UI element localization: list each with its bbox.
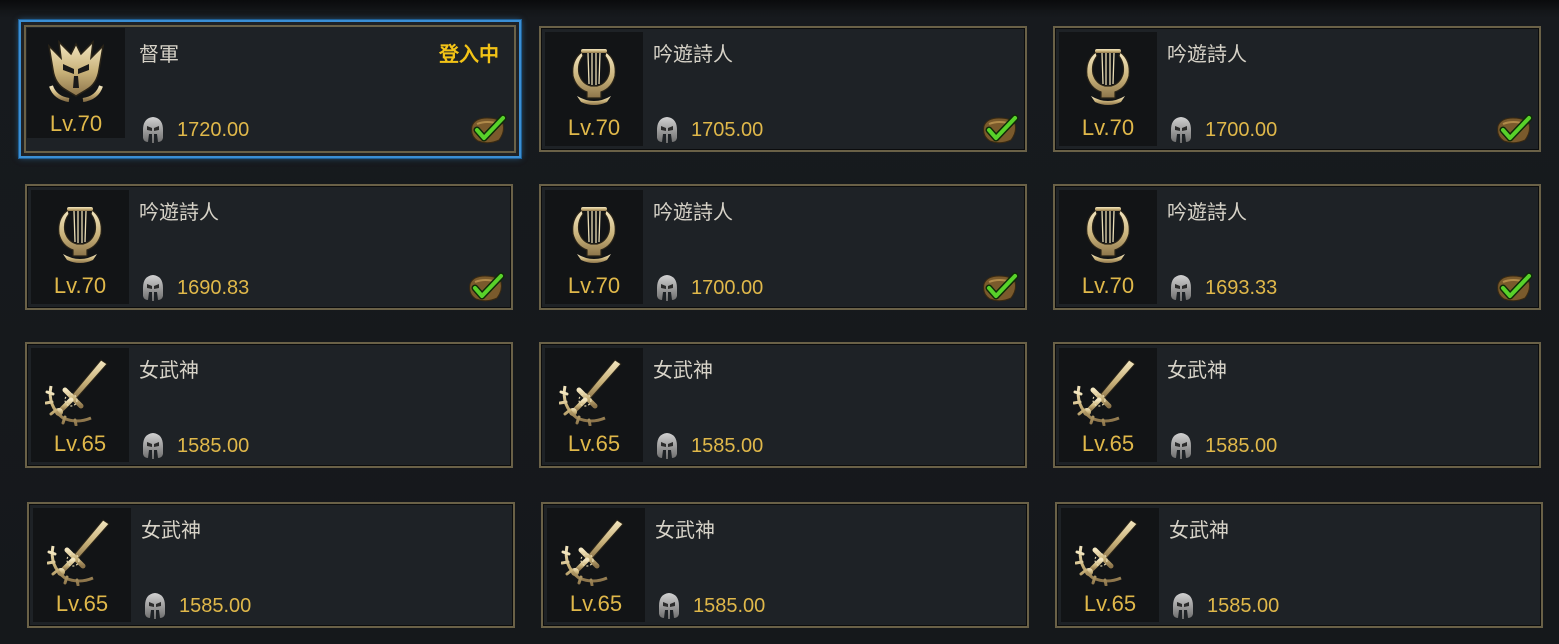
sword-laurel-icon <box>1075 516 1145 586</box>
class-name: 督軍 <box>139 42 179 66</box>
class-name: 女武神 <box>1167 358 1227 382</box>
item-level: 1720.00 <box>177 119 250 141</box>
item-level-icon <box>1169 116 1193 144</box>
item-level: 1585.00 <box>1205 435 1278 457</box>
character-level: Lv.70 <box>567 273 621 298</box>
character-level: Lv.70 <box>567 115 621 140</box>
item-level: 1585.00 <box>179 595 252 617</box>
item-level: 1585.00 <box>1207 595 1280 617</box>
character-level: Lv.70 <box>53 273 107 298</box>
item-level-icon <box>1169 432 1193 460</box>
character-card[interactable]: Lv.65 女武神 1585.00 <box>27 502 515 628</box>
character-card[interactable]: Lv.65 女武神 1585.00 <box>1053 342 1541 468</box>
class-name: 吟遊詩人 <box>139 200 219 224</box>
character-card[interactable]: Lv.65 女武神 1585.00 <box>1055 502 1543 628</box>
character-card[interactable]: Lv.70 吟遊詩人 1700.00 <box>539 184 1027 310</box>
class-portrait: Lv.70 <box>1059 32 1157 146</box>
character-select-grid: Lv.70 督軍 登入中 1720.00 Lv.70 吟遊詩人 1705.00 Lv.70 吟遊… <box>0 0 1559 644</box>
item-level: 1700.00 <box>1205 119 1278 141</box>
item-level: 1705.00 <box>691 119 764 141</box>
class-portrait: Lv.65 <box>1061 508 1159 622</box>
character-card[interactable]: Lv.70 吟遊詩人 1693.33 <box>1053 184 1541 310</box>
item-level-icon <box>141 432 165 460</box>
character-card[interactable]: Lv.70 吟遊詩人 1690.83 <box>25 184 513 310</box>
character-card[interactable]: Lv.65 女武神 1585.00 <box>539 342 1027 468</box>
item-level-icon <box>655 116 679 144</box>
class-portrait: Lv.70 <box>27 28 125 138</box>
sword-laurel-icon <box>1073 356 1143 426</box>
sword-laurel-icon <box>559 356 629 426</box>
character-level: Lv.65 <box>567 431 621 456</box>
sword-laurel-icon <box>47 516 117 586</box>
character-card[interactable]: Lv.70 吟遊詩人 1700.00 <box>1053 26 1541 152</box>
class-portrait: Lv.70 <box>545 32 643 146</box>
item-level-icon <box>657 592 681 620</box>
class-name: 女武神 <box>139 358 199 382</box>
login-status: 登入中 <box>439 42 499 66</box>
item-level-icon <box>655 432 679 460</box>
class-portrait: Lv.70 <box>1059 190 1157 304</box>
item-level: 1700.00 <box>691 277 764 299</box>
class-name: 女武神 <box>653 358 713 382</box>
class-portrait: Lv.70 <box>545 190 643 304</box>
character-card[interactable]: Lv.70 吟遊詩人 1705.00 <box>539 26 1027 152</box>
item-level-icon <box>1169 274 1193 302</box>
character-card[interactable]: Lv.65 女武神 1585.00 <box>541 502 1029 628</box>
checkmark-icon <box>981 270 1019 304</box>
item-level-icon <box>1171 592 1195 620</box>
item-level-icon <box>141 116 165 144</box>
class-portrait: Lv.65 <box>33 508 131 622</box>
class-portrait: Lv.70 <box>31 190 129 304</box>
item-level-icon <box>141 274 165 302</box>
class-portrait: Lv.65 <box>1059 348 1157 462</box>
character-level: Lv.70 <box>49 111 103 136</box>
lyre-icon <box>559 198 629 268</box>
lyre-icon <box>559 40 629 110</box>
sword-laurel-icon <box>561 516 631 586</box>
checkmark-icon <box>981 112 1019 146</box>
class-name: 吟遊詩人 <box>653 42 733 66</box>
class-portrait: Lv.65 <box>547 508 645 622</box>
character-card[interactable]: Lv.65 女武神 1585.00 <box>25 342 513 468</box>
top-divider <box>0 0 1559 10</box>
character-level: Lv.65 <box>1081 431 1135 456</box>
lyre-icon <box>1073 40 1143 110</box>
character-level: Lv.70 <box>1081 115 1135 140</box>
class-portrait: Lv.65 <box>31 348 129 462</box>
character-level: Lv.65 <box>53 431 107 456</box>
class-name: 吟遊詩人 <box>1167 200 1247 224</box>
checkmark-icon <box>469 112 507 146</box>
item-level: 1585.00 <box>693 595 766 617</box>
character-level: Lv.65 <box>569 591 623 616</box>
character-level: Lv.70 <box>1081 273 1135 298</box>
checkmark-icon <box>467 270 505 304</box>
lyre-icon <box>45 198 115 268</box>
class-name: 女武神 <box>141 518 201 542</box>
character-level: Lv.65 <box>55 591 109 616</box>
character-card[interactable]: Lv.70 督軍 登入中 1720.00 <box>19 20 521 158</box>
class-name: 吟遊詩人 <box>653 200 733 224</box>
warlord-helmet-icon <box>41 36 111 106</box>
item-level: 1693.33 <box>1205 277 1278 299</box>
checkmark-icon <box>1495 270 1533 304</box>
item-level-icon <box>143 592 167 620</box>
character-level: Lv.65 <box>1083 591 1137 616</box>
checkmark-icon <box>1495 112 1533 146</box>
item-level-icon <box>655 274 679 302</box>
sword-laurel-icon <box>45 356 115 426</box>
item-level: 1585.00 <box>177 435 250 457</box>
class-name: 吟遊詩人 <box>1167 42 1247 66</box>
class-name: 女武神 <box>655 518 715 542</box>
item-level: 1690.83 <box>177 277 250 299</box>
item-level: 1585.00 <box>691 435 764 457</box>
class-name: 女武神 <box>1169 518 1229 542</box>
lyre-icon <box>1073 198 1143 268</box>
class-portrait: Lv.65 <box>545 348 643 462</box>
